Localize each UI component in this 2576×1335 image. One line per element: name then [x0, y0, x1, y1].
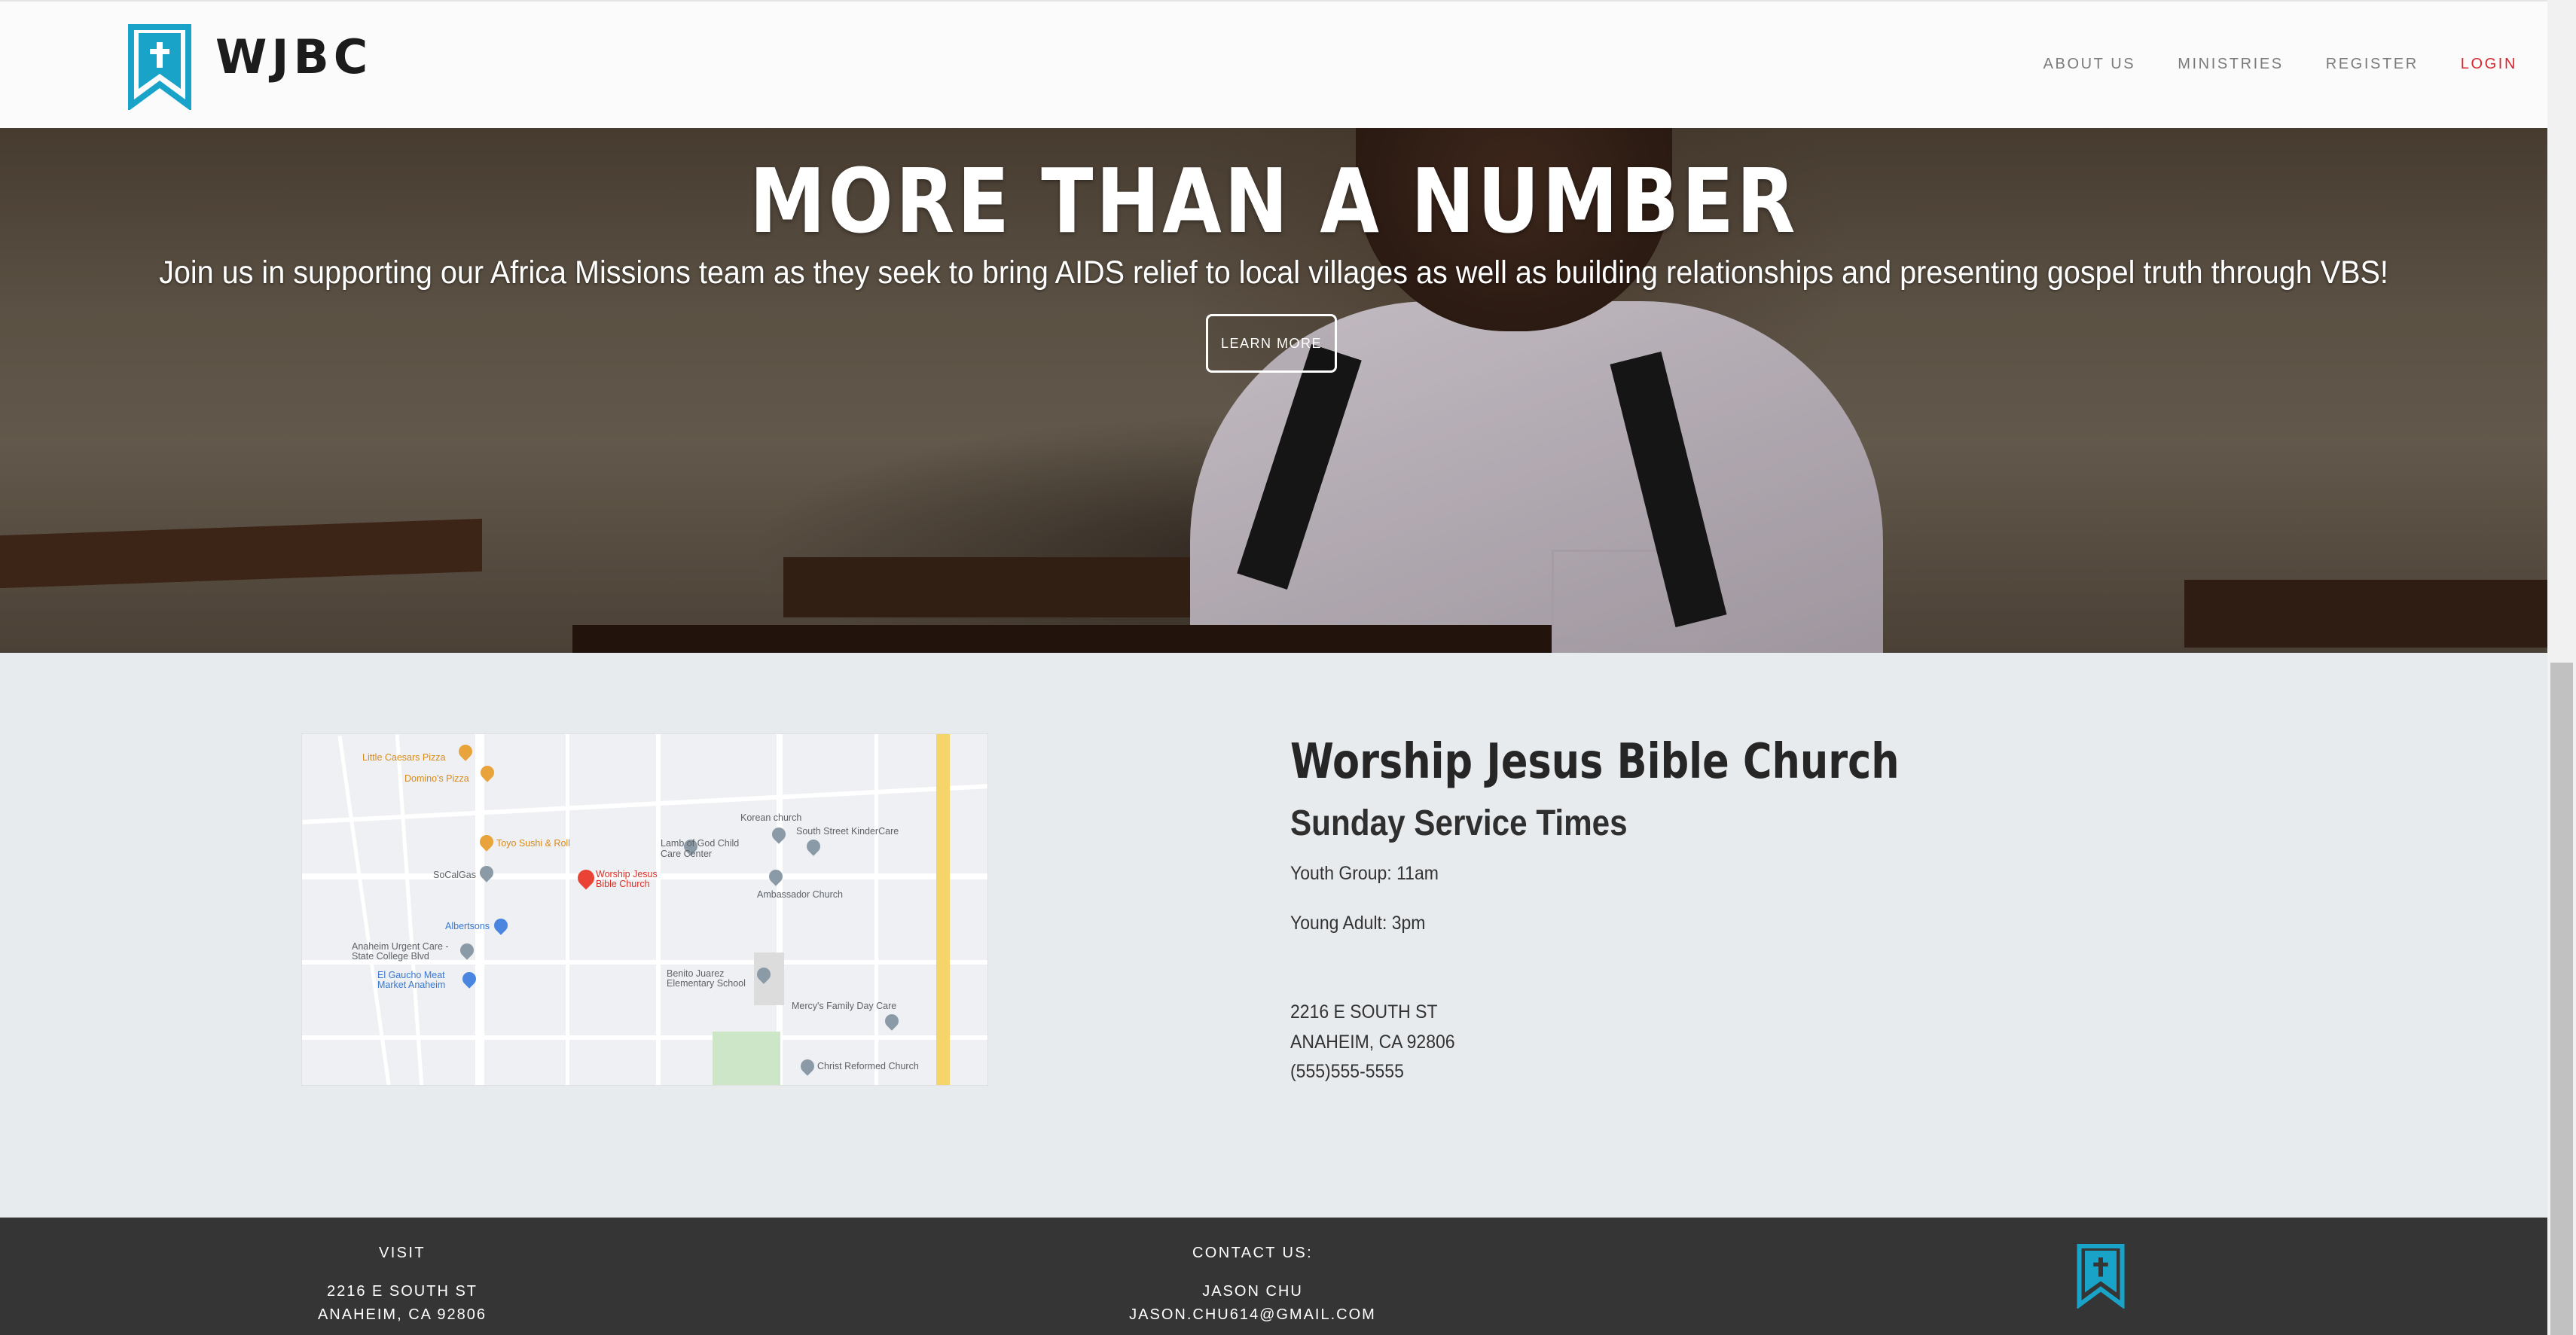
footer-contact-heading: CONTACT US:	[1192, 1245, 1314, 1261]
nav-login[interactable]: LOGIN	[2461, 56, 2517, 73]
top-navbar: WJBC ABOUT US MINISTRIES REGISTER LOGIN	[0, 0, 2547, 128]
address-city: ANAHEIM, CA 92806	[1290, 1032, 1455, 1053]
footer-bookmark-cross-icon[interactable]	[2076, 1242, 2126, 1309]
service-times-heading: Sunday Service Times	[1290, 803, 1628, 843]
map-label: Little Caesars Pizza	[362, 752, 446, 763]
map-label: Korean church	[740, 812, 802, 823]
map-label: Mercy's Family Day Care	[792, 1001, 897, 1011]
site-logo[interactable]: WJBC	[127, 23, 372, 110]
site-footer: VISIT 2216 E SOUTH ST ANAHEIM, CA 92806 …	[0, 1218, 2547, 1335]
footer-visit-street: 2216 E SOUTH ST	[326, 1283, 478, 1300]
map-label: Toyo Sushi & Roll	[496, 838, 570, 849]
footer-visit: VISIT 2216 E SOUTH ST ANAHEIM, CA 92806	[289, 1245, 515, 1327]
address-street: 2216 E SOUTH ST	[1290, 1001, 1438, 1023]
learn-more-button[interactable]: LEARN MORE	[1206, 314, 1337, 373]
hero-subtitle: Join us in supporting our Africa Mission…	[159, 255, 2388, 291]
page-scrollbar[interactable]	[2547, 0, 2576, 1335]
map-label: Domino's Pizza	[404, 773, 469, 784]
map-pin-icon	[457, 940, 477, 960]
church-name: Worship Jesus Bible Church	[1290, 734, 1900, 790]
nav-about-us[interactable]: ABOUT US	[2043, 56, 2136, 73]
nav-register[interactable]: REGISTER	[2326, 56, 2419, 73]
map-pin-icon	[798, 1056, 817, 1076]
map-label: South Street KinderCare	[796, 826, 899, 837]
youth-group-time: Youth Group: 11am	[1290, 863, 1439, 884]
phone-number: (555)555-5555	[1290, 1061, 1404, 1082]
church-location-pin-icon	[574, 866, 598, 890]
map-label: Christ Reformed Church	[817, 1061, 919, 1071]
map-label: Anaheim Urgent Care - State College Blvd	[352, 941, 449, 962]
map-pin-icon	[456, 742, 475, 761]
footer-visit-city: ANAHEIM, CA 92806	[317, 1306, 487, 1323]
map-pin-icon	[769, 824, 789, 844]
hero-banner: MORE THAN A NUMBER Join us in supporting…	[0, 128, 2547, 653]
map-label: Ambassador Church	[757, 889, 843, 900]
logo-text: WJBC	[215, 29, 373, 84]
map-label: Albertsons	[445, 921, 490, 931]
nav-ministries[interactable]: MINISTRIES	[2178, 56, 2283, 73]
map-label: El Gaucho Meat Market Anaheim	[377, 970, 446, 990]
location-map[interactable]: Little Caesars Pizza Domino's Pizza Toyo…	[301, 733, 988, 1086]
bookmark-cross-icon	[128, 24, 191, 110]
footer-contact: CONTACT US: JASON CHU JASON.CHU614@GMAIL…	[1102, 1245, 1403, 1327]
map-label: Lamb of God Child Care Center	[661, 838, 740, 859]
hero-title: MORE THAN A NUMBER	[749, 149, 1798, 253]
footer-contact-name: JASON CHU	[1202, 1283, 1303, 1300]
main-nav: ABOUT US MINISTRIES REGISTER LOGIN	[2001, 56, 2517, 73]
scrollbar-thumb[interactable]	[2550, 663, 2573, 1335]
young-adult-time: Young Adult: 3pm	[1290, 913, 1426, 934]
map-label: Benito Juarez Elementary School	[667, 968, 746, 989]
footer-contact-email[interactable]: JASON.CHU614@GMAIL.COM	[1102, 1303, 1403, 1327]
map-pin-icon	[491, 916, 511, 935]
map-pin-icon	[882, 1011, 902, 1031]
map-label: SoCalGas	[433, 870, 476, 880]
footer-visit-heading: VISIT	[378, 1245, 426, 1261]
map-label-church: Worship Jesus Bible Church	[596, 869, 658, 889]
map-pin-icon	[804, 837, 823, 856]
